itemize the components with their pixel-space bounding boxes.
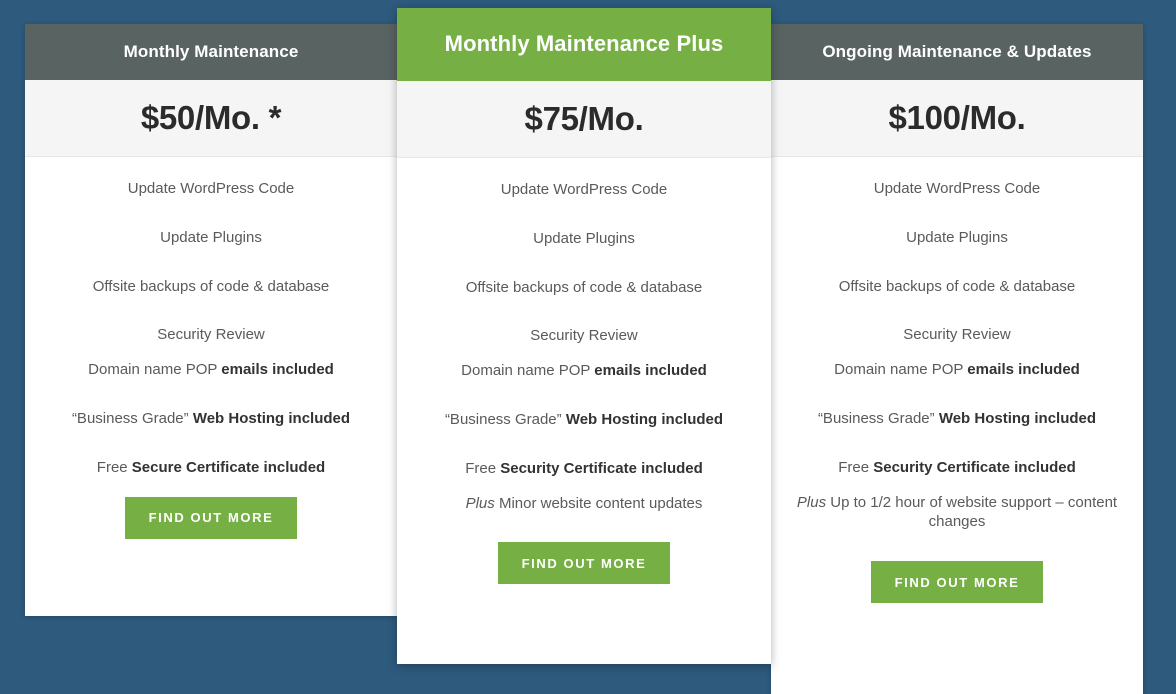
feature-text-bold: emails included xyxy=(967,361,1080,379)
feature-item: “Business Grade” Web Hosting included xyxy=(41,409,381,429)
feature-item: Security Review xyxy=(903,326,1011,344)
feature-item: Free Security Certificate included xyxy=(787,458,1127,478)
feature-group-divider xyxy=(787,345,1127,360)
price-band: $50/Mo. * xyxy=(25,80,397,157)
feature-item: Security Review xyxy=(157,326,265,344)
pricing-card-monthly-maintenance-plus: Monthly Maintenance Plus $75/Mo. Update … xyxy=(397,8,771,664)
price-band: $100/Mo. xyxy=(771,80,1143,157)
cta-container: Find Out More xyxy=(41,496,381,539)
feature-text-plain: Free xyxy=(96,458,132,476)
find-out-more-button[interactable]: Find Out More xyxy=(497,542,671,585)
pricing-card-monthly-maintenance: Monthly Maintenance $50/Mo. * Update Wor… xyxy=(25,24,397,616)
plan-title: Monthly Maintenance xyxy=(123,41,299,61)
feature-text-plain: Domain name POP xyxy=(88,361,222,379)
find-out-more-button[interactable]: Find Out More xyxy=(124,496,298,539)
feature-text-bold: Security Certificate included xyxy=(873,458,1076,476)
feature-text-bold: Security Certificate included xyxy=(500,459,703,477)
features-primary: Update WordPress Code Update Plugins Off… xyxy=(41,179,381,345)
feature-text-plain: “Business Grade” xyxy=(817,409,939,427)
plan-price: $50/Mo. * xyxy=(140,99,282,136)
card-header: Ongoing Maintenance & Updates xyxy=(771,24,1143,80)
plus-label: Plus xyxy=(465,494,495,512)
feature-text-bold: Web Hosting included xyxy=(938,409,1097,427)
feature-text-plain: Free xyxy=(465,459,501,477)
plus-line: Plus Up to 1/2 hour of website support –… xyxy=(787,493,1127,533)
feature-text-plain: “Business Grade” xyxy=(444,410,566,428)
feature-item: Update WordPress Code xyxy=(873,180,1041,197)
pricing-table: Monthly Maintenance $50/Mo. * Update Wor… xyxy=(0,0,1176,694)
feature-item: Domain name POP emails included xyxy=(413,361,755,381)
feature-item: Offsite backups of code & database xyxy=(465,278,703,296)
feature-text-plain: Free xyxy=(838,458,874,476)
feature-group-divider xyxy=(413,479,755,494)
feature-text-bold: Secure Certificate included xyxy=(131,458,326,476)
plan-title: Monthly Maintenance Plus xyxy=(444,31,724,57)
feature-item: Update WordPress Code xyxy=(500,181,668,198)
pricing-card-ongoing-maintenance-updates: Ongoing Maintenance & Updates $100/Mo. U… xyxy=(771,24,1143,694)
feature-item: Security Review xyxy=(530,327,638,345)
find-out-more-button[interactable]: Find Out More xyxy=(870,561,1044,604)
plan-price: $75/Mo. xyxy=(524,100,644,137)
feature-group-divider xyxy=(41,345,381,360)
price-band: $75/Mo. xyxy=(397,81,771,158)
features-secondary: Domain name POP emails included “Busines… xyxy=(41,360,381,477)
feature-text-plain: “Business Grade” xyxy=(71,409,193,427)
card-body: Update WordPress Code Update Plugins Off… xyxy=(771,157,1143,604)
feature-item: Free Secure Certificate included xyxy=(41,458,381,478)
card-header: Monthly Maintenance Plus xyxy=(397,8,771,81)
feature-item: “Business Grade” Web Hosting included xyxy=(413,410,755,430)
plus-line: Plus Minor website content updates xyxy=(413,494,755,514)
feature-item: Offsite backups of code & database xyxy=(838,277,1076,295)
feature-item: “Business Grade” Web Hosting included xyxy=(787,409,1127,429)
feature-item: Update WordPress Code xyxy=(127,180,295,197)
features-secondary: Domain name POP emails included “Busines… xyxy=(787,360,1127,477)
feature-item: Domain name POP emails included xyxy=(41,360,381,380)
features-primary: Update WordPress Code Update Plugins Off… xyxy=(787,179,1127,345)
card-body: Update WordPress Code Update Plugins Off… xyxy=(25,157,397,539)
feature-item: Offsite backups of code & database xyxy=(92,277,330,295)
feature-text-bold: emails included xyxy=(221,361,334,379)
cta-container: Find Out More xyxy=(413,542,755,585)
cta-container: Find Out More xyxy=(787,561,1127,604)
features-primary: Update WordPress Code Update Plugins Off… xyxy=(413,180,755,346)
feature-group-divider xyxy=(413,346,755,361)
feature-item: Update Plugins xyxy=(533,229,635,247)
features-secondary: Domain name POP emails included “Busines… xyxy=(413,361,755,478)
feature-text-bold: emails included xyxy=(594,362,707,380)
feature-item: Update Plugins xyxy=(160,228,262,246)
plus-label: Plus xyxy=(796,493,827,511)
feature-item: Domain name POP emails included xyxy=(787,360,1127,380)
feature-item: Update Plugins xyxy=(906,228,1008,246)
feature-item: Free Security Certificate included xyxy=(413,459,755,479)
feature-text-plain: Domain name POP xyxy=(461,362,595,380)
feature-group-divider xyxy=(787,478,1127,493)
plus-text: Minor website content updates xyxy=(494,494,703,512)
plus-text: Up to 1/2 hour of website support – cont… xyxy=(826,493,1118,531)
plan-title: Ongoing Maintenance & Updates xyxy=(822,41,1092,61)
feature-text-plain: Domain name POP xyxy=(834,361,968,379)
card-body: Update WordPress Code Update Plugins Off… xyxy=(397,158,771,585)
plan-price: $100/Mo. xyxy=(888,99,1026,136)
feature-text-bold: Web Hosting included xyxy=(192,409,351,427)
feature-text-bold: Web Hosting included xyxy=(565,410,724,428)
card-header: Monthly Maintenance xyxy=(25,24,397,80)
